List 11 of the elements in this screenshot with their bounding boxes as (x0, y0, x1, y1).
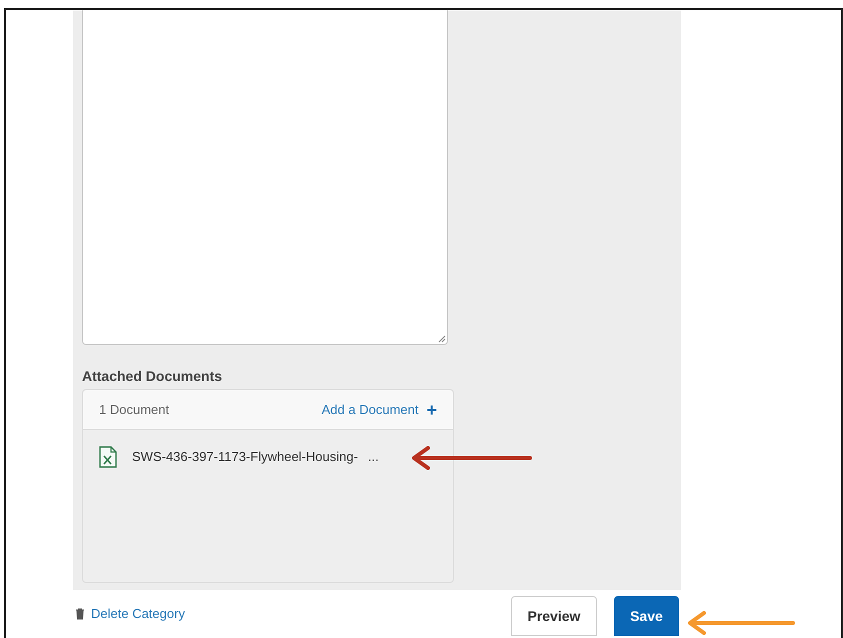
section-title: Attached Documents (82, 367, 224, 385)
trash-icon (75, 608, 85, 620)
spreadsheet-file-icon (98, 446, 118, 468)
more-button[interactable]: ... (368, 447, 379, 467)
add-document-link[interactable]: Add a Document + (322, 400, 437, 420)
delete-category-link[interactable]: Delete Category (75, 604, 185, 624)
save-button[interactable]: Save (614, 596, 679, 636)
document-count: 1 Document (99, 400, 170, 419)
file-name[interactable]: SWS-436-397-1173-Flywheel-Housing- (132, 447, 358, 467)
preview-button[interactable]: Preview (510, 596, 597, 636)
resize-handle-icon[interactable] (438, 335, 446, 343)
